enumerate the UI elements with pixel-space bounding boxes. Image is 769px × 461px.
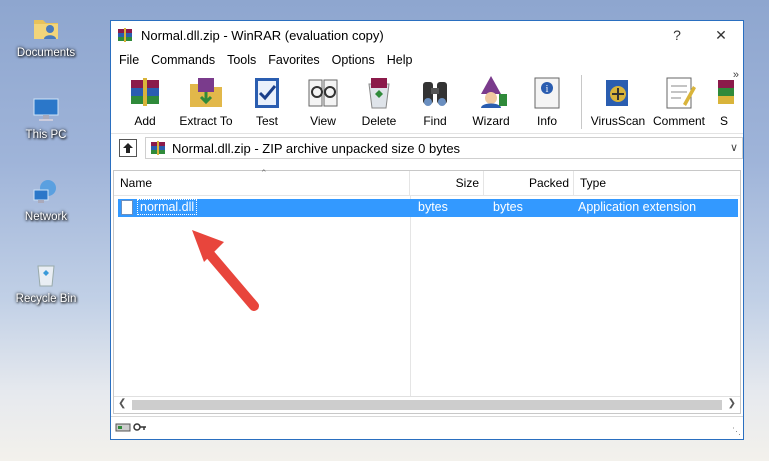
row-size: bytes [418, 200, 448, 214]
dll-file-icon [121, 200, 133, 215]
desktop-icon-this-pc[interactable]: This PC [8, 94, 84, 141]
desktop-icon-network[interactable]: Network [8, 176, 84, 223]
desktop-icon-label: Recycle Bin [15, 293, 77, 305]
title-bar[interactable]: Normal.dll.zip - WinRAR (evaluation copy… [111, 21, 743, 49]
menu-favorites[interactable]: Favorites [262, 53, 325, 67]
computer-icon [30, 94, 62, 126]
find-binoculars-icon [423, 82, 447, 106]
desktop-icon-label: Documents [16, 47, 76, 59]
chevron-down-icon[interactable]: ∨ [730, 141, 738, 154]
tool-label: S [720, 114, 729, 128]
drive-icon[interactable] [115, 421, 131, 433]
up-arrow-icon [123, 143, 133, 153]
scroll-right-icon[interactable]: ❯ [728, 398, 736, 409]
svg-text:i: i [546, 84, 549, 95]
desktop-icon-label: This PC [25, 129, 67, 141]
tool-label: Delete [361, 114, 397, 128]
wizard-icon [481, 76, 507, 108]
tool-label: Wizard [472, 114, 510, 128]
window-title: Normal.dll.zip - WinRAR (evaluation copy… [141, 27, 384, 43]
tool-label: Find [423, 114, 447, 128]
column-divider [410, 195, 411, 397]
key-icon[interactable] [133, 421, 147, 433]
sfx-icon [718, 80, 734, 104]
up-folder-button[interactable] [119, 139, 137, 157]
winrar-app-icon [117, 27, 133, 43]
scroll-left-icon[interactable]: ❮ [118, 398, 126, 409]
extract-to-button[interactable]: Extract To [173, 71, 239, 128]
desktop-icon-label: Network [24, 211, 68, 223]
column-header: ⌃ Name Size Packed Type [114, 168, 740, 196]
tool-label: Test [255, 114, 278, 128]
delete-button[interactable]: Delete [351, 71, 407, 128]
menu-bar: File Commands Tools Favorites Options He… [111, 49, 743, 71]
extract-folder-icon [190, 78, 222, 107]
tool-label: VirusScan [590, 114, 646, 128]
desktop-icon-documents[interactable]: Documents [8, 12, 84, 59]
documents-user-icon [30, 12, 62, 44]
virusscan-icon [606, 80, 628, 106]
tool-label: Info [536, 114, 557, 128]
horizontal-scrollbar[interactable]: ❮ ❯ [114, 396, 740, 413]
toolbar-separator [581, 75, 582, 129]
status-icons [115, 421, 147, 433]
tool-label: View [310, 114, 336, 128]
column-size[interactable]: Size [410, 171, 484, 195]
row-type: Application extension [578, 200, 697, 214]
virusscan-button[interactable]: VirusScan [588, 71, 648, 128]
test-check-icon [255, 78, 279, 108]
menu-help[interactable]: Help [381, 53, 419, 67]
comment-icon [666, 77, 696, 109]
menu-tools[interactable]: Tools [221, 53, 262, 67]
info-icon: i [534, 77, 560, 109]
row-packed: bytes [493, 200, 523, 214]
close-button[interactable]: ✕ [699, 21, 743, 49]
zip-archive-icon [150, 140, 166, 156]
network-icon [30, 176, 62, 208]
desktop-icon-recycle-bin[interactable]: Recycle Bin [8, 258, 84, 305]
toolbar-overflow-button[interactable]: » [733, 69, 739, 81]
help-button[interactable]: ? [655, 21, 699, 49]
recycle-bin-icon [30, 258, 62, 290]
table-row[interactable]: normal.dll bytes bytes Application exten… [118, 199, 738, 217]
menu-commands[interactable]: Commands [145, 53, 221, 67]
menu-file[interactable]: File [113, 53, 145, 67]
view-glasses-icon [308, 79, 338, 107]
sfx-button[interactable]: S [710, 71, 734, 128]
info-button[interactable]: i Info [519, 71, 575, 128]
add-button[interactable]: Add [117, 71, 173, 128]
view-button[interactable]: View [295, 71, 351, 128]
scrollbar-thumb[interactable] [132, 400, 722, 410]
find-button[interactable]: Find [407, 71, 463, 128]
add-books-icon [131, 78, 159, 106]
status-bar: ⋱ [111, 416, 743, 439]
toolbar: Add Extract To Test View Delete Find Wiz… [111, 69, 743, 133]
annotation-arrow-icon [192, 230, 259, 311]
row-name: normal.dll [136, 199, 198, 215]
column-type[interactable]: Type [574, 171, 740, 195]
sort-up-icon: ⌃ [260, 168, 268, 178]
column-packed[interactable]: Packed [484, 171, 574, 195]
test-button[interactable]: Test [239, 71, 295, 128]
address-field[interactable]: Normal.dll.zip - ZIP archive unpacked si… [145, 137, 743, 159]
menu-options[interactable]: Options [326, 53, 381, 67]
address-text: Normal.dll.zip - ZIP archive unpacked si… [172, 140, 461, 156]
comment-button[interactable]: Comment [648, 71, 710, 128]
address-bar: Normal.dll.zip - ZIP archive unpacked si… [111, 133, 743, 162]
tool-label: Comment [652, 114, 705, 128]
delete-recycle-icon [368, 78, 390, 109]
tool-label: Add [134, 114, 156, 128]
resize-grip-icon[interactable]: ⋱ [732, 426, 741, 437]
wizard-button[interactable]: Wizard [463, 71, 519, 128]
tool-label: Extract To [179, 114, 233, 128]
